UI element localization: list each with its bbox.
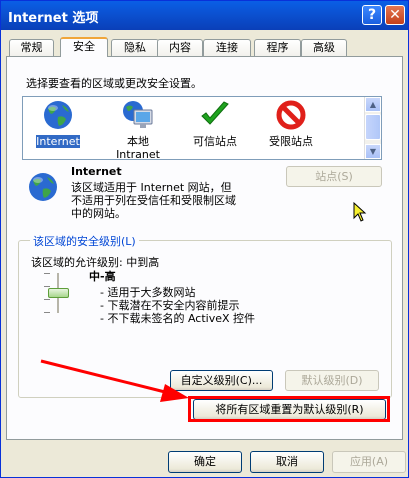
security-level-name: 中-高 [89,270,116,283]
tab-security[interactable]: 安全 [60,37,108,57]
cancel-button[interactable]: 取消 [250,451,324,473]
security-level-group-label: 该区域的安全级别(L) [30,233,139,249]
tab-advanced[interactable]: 高级 [301,39,347,56]
zone-list: Internet 本地 Intranet 可信站点 受限站点 ▲ ▼ [22,96,382,161]
close-icon: ✕ [389,7,401,23]
zone-description-line: 中的网站。 [71,207,126,220]
security-level-slider[interactable] [41,273,75,313]
zone-description-title: Internet [71,165,122,178]
globe-icon [44,101,72,129]
scroll-down-icon[interactable]: ▼ [365,144,381,159]
zone-restricted-sites[interactable]: 受限站点 [256,99,326,157]
red-highlight-annotation [188,396,390,422]
scroll-thumb[interactable] [365,114,381,140]
mouse-cursor-icon [353,202,367,222]
title-bar[interactable]: Internet 选项 ? ✕ [1,1,408,30]
zone-label-trusted: 可信站点 [193,135,237,148]
close-button[interactable]: ✕ [385,5,405,25]
zone-list-scrollbar[interactable]: ▲ ▼ [364,97,381,159]
tab-privacy[interactable]: 隐私 [111,39,159,56]
zone-instruction: 选择要查看的区域或更改安全设置。 [26,77,202,90]
help-icon: ? [367,7,377,23]
checkmark-icon [201,101,229,125]
scroll-up-icon[interactable]: ▲ [365,97,381,112]
tab-general[interactable]: 常规 [9,39,54,56]
zone-internet[interactable]: Internet [23,99,93,157]
zone-local-intranet[interactable]: 本地 Intranet [103,99,173,161]
internet-options-dialog: Internet 选项 ? ✕ 常规 安全 隐私 内容 连接 程序 高级 选择要… [0,0,409,478]
sites-button[interactable]: 站点(S) [286,166,382,187]
slider-thumb[interactable] [48,288,69,298]
zone-label-restricted: 受限站点 [269,135,313,148]
tab-programs[interactable]: 程序 [254,39,301,56]
apply-button[interactable]: 应用(A) [332,451,406,473]
globe-icon [29,173,57,201]
level-bullet: - 不下载未签名的 ActiveX 控件 [100,312,256,325]
zone-trusted-sites[interactable]: 可信站点 [180,99,250,157]
window-title: Internet 选项 [8,11,99,26]
tab-connections[interactable]: 连接 [203,39,251,56]
intranet-computer-icon [123,101,153,128]
zone-label-intranet: 本地 Intranet [116,135,160,161]
help-button[interactable]: ? [362,5,382,25]
tab-content[interactable]: 内容 [157,39,203,56]
zone-label-internet: Internet [36,135,80,148]
ok-button[interactable]: 确定 [168,451,242,473]
default-level-button[interactable]: 默认级别(D) [285,370,379,391]
restricted-icon [276,100,306,130]
